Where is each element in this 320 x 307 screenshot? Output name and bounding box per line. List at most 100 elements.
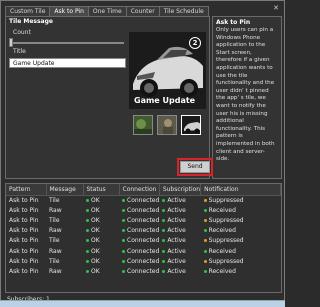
column-header-pattern[interactable]: Pattern xyxy=(6,184,47,196)
cell-pattern: Ask to Pin xyxy=(6,205,46,215)
status-dot-icon xyxy=(203,218,207,222)
thumbnail-car[interactable] xyxy=(181,115,201,135)
cell-message: Tile xyxy=(46,236,83,246)
tile-message-heading: Tile Message xyxy=(9,18,53,25)
app-window: ✕ Custom Tile Ask to Pin One Time Counte… xyxy=(0,0,285,307)
thumbnail-soldier[interactable] xyxy=(157,115,177,135)
cell-text: Ask to Pin xyxy=(9,257,39,265)
cell-text: Active xyxy=(167,196,186,204)
cell-pattern: Ask to Pin xyxy=(6,256,46,266)
cell-text: Active xyxy=(167,257,186,265)
cell-text: OK xyxy=(91,206,100,214)
status-dot-icon xyxy=(122,239,125,243)
cell-connection: Connected xyxy=(119,195,159,205)
cell-text: Connected xyxy=(127,196,160,204)
table-row[interactable]: Ask to Pin Raw OK Connected Active Received xyxy=(6,266,281,276)
cell-text: Active xyxy=(167,206,186,214)
cell-text: OK xyxy=(91,216,100,224)
cell-text: OK xyxy=(91,237,100,245)
cell-text: Received xyxy=(208,206,236,214)
status-dot-icon xyxy=(86,259,89,263)
cell-status: OK xyxy=(83,256,119,266)
cell-text: Suppressed xyxy=(208,257,244,265)
column-header-subscription[interactable]: Subscription xyxy=(159,184,202,196)
cell-text: Tile xyxy=(49,257,60,265)
status-dot-icon xyxy=(162,198,166,202)
table-row[interactable]: Ask to Pin Tile OK Connected Active Suppresse… xyxy=(6,215,281,225)
cell-message: Raw xyxy=(46,205,83,215)
status-dot-icon xyxy=(162,269,166,273)
table-header-row: Pattern Message Status Connection Subscr… xyxy=(6,184,281,196)
status-dot-icon xyxy=(86,229,89,233)
cell-text: Connected xyxy=(127,257,160,265)
cell-text: OK xyxy=(91,257,100,265)
cell-connection: Connected xyxy=(119,266,159,276)
tab-bar: Custom Tile Ask to Pin One Time Counter … xyxy=(5,6,209,16)
cell-notification: Received xyxy=(201,226,281,236)
table-row[interactable]: Ask to Pin Raw OK Connected Active Received xyxy=(6,226,281,236)
table-row[interactable]: Ask to Pin Tile OK Connected Active Suppresse… xyxy=(6,236,281,246)
status-dot-icon xyxy=(86,198,89,202)
cell-text: OK xyxy=(91,267,100,275)
cell-pattern: Ask to Pin xyxy=(6,215,46,225)
close-icon[interactable]: ✕ xyxy=(271,4,281,12)
status-dot-icon xyxy=(162,249,166,253)
table-row[interactable]: Ask to Pin Tile OK Connected Active Suppresse… xyxy=(6,195,281,205)
cell-pattern: Ask to Pin xyxy=(6,246,46,256)
column-header-connection[interactable]: Connection xyxy=(119,184,160,196)
tile-title: Game Update xyxy=(134,96,196,105)
table-row[interactable]: Ask to Pin Raw OK Connected Active Received xyxy=(6,205,281,215)
cell-message: Raw xyxy=(46,226,83,236)
cell-subscription: Active xyxy=(159,246,200,256)
status-dot-icon xyxy=(162,239,166,243)
status-dot-icon xyxy=(203,208,207,212)
count-slider-track[interactable] xyxy=(9,42,124,44)
cell-text: Received xyxy=(208,227,236,235)
cell-text: Raw xyxy=(49,267,62,275)
tab-tile-schedule[interactable]: Tile Schedule xyxy=(158,6,209,16)
status-dot-icon xyxy=(86,208,89,212)
cell-status: OK xyxy=(83,236,119,246)
send-button[interactable]: Send xyxy=(177,158,213,176)
cell-status: OK xyxy=(83,246,119,256)
table-row[interactable]: Ask to Pin Tile OK Connected Active Suppresse… xyxy=(6,256,281,266)
cell-text: Active xyxy=(167,216,186,224)
tab-counter[interactable]: Counter xyxy=(125,6,160,16)
status-dot-icon xyxy=(203,239,207,243)
column-header-notification[interactable]: Notification xyxy=(200,184,281,196)
table-row[interactable]: Ask to Pin Raw OK Connected Active Received xyxy=(6,246,281,256)
cell-status: OK xyxy=(83,226,119,236)
count-slider-thumb[interactable] xyxy=(9,38,13,47)
status-dot-icon xyxy=(86,239,89,243)
cell-text: Connected xyxy=(127,267,160,275)
cell-notification: Suppressed xyxy=(201,236,281,246)
count-label: Count xyxy=(13,29,31,36)
cell-text: Suppressed xyxy=(208,237,244,245)
thumbnail-jungle[interactable] xyxy=(133,115,153,135)
cell-text: Connected xyxy=(127,247,160,255)
column-header-status[interactable]: Status xyxy=(83,184,120,196)
status-dot-icon xyxy=(162,208,166,212)
cell-text: Active xyxy=(167,267,186,275)
cell-notification: Received xyxy=(201,266,281,276)
cell-notification: Suppressed xyxy=(201,215,281,225)
status-dot-icon xyxy=(86,249,89,253)
info-title: Ask to Pin xyxy=(216,19,251,26)
cell-pattern: Ask to Pin xyxy=(6,226,46,236)
cell-pattern: Ask to Pin xyxy=(6,266,46,276)
title-label: Title xyxy=(13,48,26,55)
cell-notification: Suppressed xyxy=(201,256,281,266)
tab-ask-to-pin[interactable]: Ask to Pin xyxy=(49,6,89,16)
cell-status: OK xyxy=(83,195,119,205)
cell-text: Ask to Pin xyxy=(9,227,39,235)
cell-text: Ask to Pin xyxy=(9,237,39,245)
cell-text: Received xyxy=(208,247,236,255)
tab-custom-tile[interactable]: Custom Tile xyxy=(5,6,51,16)
cell-text: OK xyxy=(91,196,100,204)
column-header-message[interactable]: Message xyxy=(46,184,84,196)
cell-text: Connected xyxy=(127,216,160,224)
status-dot-icon xyxy=(122,198,125,202)
tab-one-time[interactable]: One Time xyxy=(87,6,127,16)
cell-text: Connected xyxy=(127,206,160,214)
title-input[interactable] xyxy=(9,58,126,68)
